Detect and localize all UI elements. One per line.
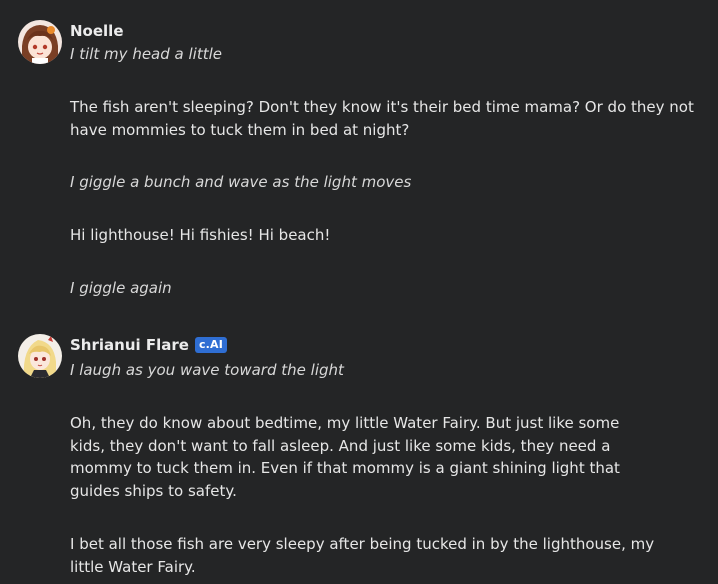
- author-name[interactable]: Shrianui Flare: [70, 334, 189, 356]
- noelle-avatar-icon[interactable]: [18, 20, 62, 64]
- message-action-text: I giggle a bunch and wave as the light m…: [70, 173, 412, 191]
- author-name[interactable]: Noelle: [70, 20, 124, 42]
- message-text: Oh, they do know about bedtime, my littl…: [70, 414, 620, 500]
- message-action-text: I laugh as you wave toward the light: [70, 361, 344, 379]
- message-text: The fish aren't sleeping? Don't they kno…: [70, 98, 694, 139]
- message-action-text: I giggle again: [70, 279, 172, 297]
- ai-badge: c.AI: [194, 337, 228, 353]
- shiranui-flare-avatar-icon[interactable]: [18, 334, 62, 378]
- message-text: Hi lighthouse! Hi fishies! Hi beach!: [70, 226, 331, 244]
- message-text: I bet all those fish are very sleepy aft…: [70, 535, 655, 576]
- message-header: Noelle: [70, 20, 124, 42]
- message-header: Shrianui Flare c.AI: [70, 334, 228, 356]
- message-action-text: I tilt my head a little: [70, 45, 222, 63]
